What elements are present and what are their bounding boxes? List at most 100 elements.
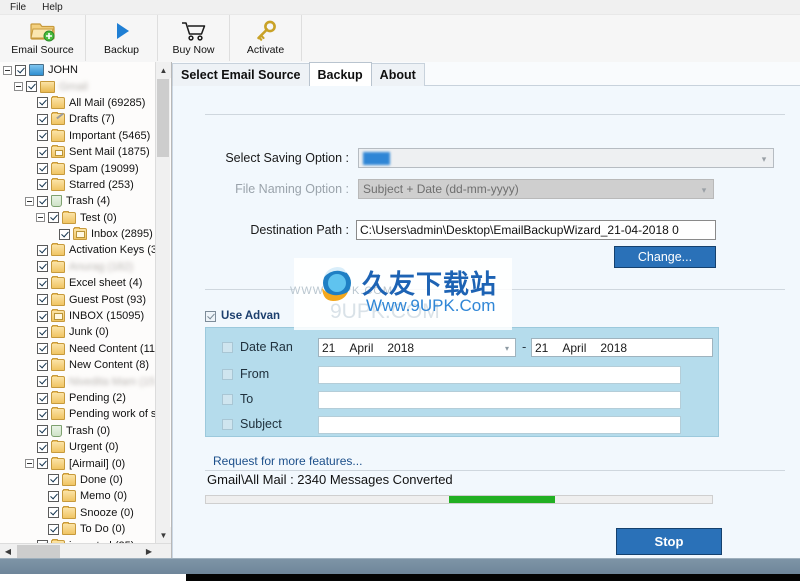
tree-node[interactable]: Pending work of s — [0, 406, 155, 422]
tree-node[interactable]: New Content (8) — [0, 357, 155, 373]
tree-checkbox[interactable] — [37, 179, 48, 191]
tree-expander-icon[interactable] — [14, 82, 23, 92]
tree-checkbox[interactable] — [37, 294, 48, 306]
tree-checkbox[interactable] — [37, 130, 48, 142]
horizontal-scroll-thumb[interactable] — [17, 545, 60, 558]
tree-checkbox[interactable] — [48, 490, 59, 502]
tree-node[interactable]: Gmail — [0, 78, 155, 94]
tree-node[interactable]: Anurag (182) — [0, 259, 155, 275]
tree-node[interactable]: Drafts (7) — [0, 111, 155, 127]
tree-checkbox[interactable] — [37, 376, 48, 388]
tree-node[interactable]: Sent Mail (1875) — [0, 144, 155, 160]
file-naming-select[interactable]: Subject + Date (dd-mm-yyyy) ▾ — [358, 179, 714, 199]
tree-expander-icon[interactable] — [36, 213, 45, 223]
tree-checkbox[interactable] — [37, 163, 48, 175]
tree-checkbox[interactable] — [37, 310, 48, 322]
vertical-scroll-thumb[interactable] — [157, 79, 169, 157]
tree-node[interactable]: Guest Post (93) — [0, 291, 155, 307]
folder-tree[interactable]: JOHN Gmail All Mail (69285) Drafts (7) Impor… — [0, 62, 155, 543]
toolbar-button-backup[interactable]: Backup — [86, 15, 158, 61]
tree-checkbox[interactable] — [48, 212, 59, 224]
tree-checkbox[interactable] — [37, 97, 48, 109]
to-input[interactable] — [318, 391, 681, 409]
tree-checkbox[interactable] — [37, 277, 48, 289]
destination-path-input[interactable]: C:\Users\admin\Desktop\EmailBackupWizard… — [356, 220, 716, 240]
tree-node[interactable]: All Mail (69285) — [0, 95, 155, 111]
tree-checkbox[interactable] — [37, 359, 48, 371]
tab-backup[interactable]: Backup — [308, 62, 372, 86]
tree-vertical-scrollbar[interactable]: ▲ ▼ — [155, 62, 171, 543]
tree-node[interactable]: Done (0) — [0, 472, 155, 488]
change-button[interactable]: Change... — [614, 246, 716, 268]
tree-expander-icon[interactable] — [3, 65, 12, 75]
calendar-dropdown-icon-from[interactable]: ▾ — [501, 342, 513, 354]
tree-checkbox[interactable] — [37, 244, 48, 256]
scroll-down-icon[interactable]: ▼ — [156, 527, 171, 543]
tree-node[interactable]: Starred (253) — [0, 177, 155, 193]
scroll-up-icon[interactable]: ▲ — [156, 62, 171, 78]
tree-node[interactable]: Important (5465) — [0, 128, 155, 144]
tree-checkbox[interactable] — [37, 392, 48, 404]
to-checkbox[interactable]: To — [222, 392, 253, 406]
menu-item-file[interactable]: File — [10, 0, 26, 15]
toolbar-button-email-source[interactable]: Email Source — [0, 15, 86, 61]
tree-node[interactable]: To Do (0) — [0, 521, 155, 537]
date-from-picker[interactable]: 21 April 2018 ▾ — [318, 338, 516, 357]
tree-node[interactable]: JOHN — [0, 62, 155, 78]
scroll-left-icon[interactable]: ◀ — [0, 544, 16, 559]
saving-option-select[interactable]: ▾ — [358, 148, 774, 168]
scroll-right-icon[interactable]: ▶ — [141, 544, 157, 559]
stop-button[interactable]: Stop — [616, 528, 722, 555]
tab-about[interactable]: About — [370, 63, 425, 86]
tree-checkbox[interactable] — [37, 425, 48, 437]
tree-node[interactable]: Spam (19099) — [0, 160, 155, 176]
tree-node[interactable]: Junk (0) — [0, 324, 155, 340]
tree-node[interactable]: Snooze (0) — [0, 505, 155, 521]
tree-checkbox[interactable] — [37, 458, 48, 470]
tree-checkbox[interactable] — [37, 195, 48, 207]
from-checkbox[interactable]: From — [222, 367, 269, 381]
tree-node[interactable]: Pending (2) — [0, 390, 155, 406]
tree-node[interactable]: Excel sheet (4) — [0, 275, 155, 291]
tree-checkbox[interactable] — [48, 474, 59, 486]
tree-node[interactable]: Trash (0) — [0, 423, 155, 439]
tree-node[interactable]: Test (0) — [0, 210, 155, 226]
tree-node[interactable]: Nivedita Mam (15 — [0, 373, 155, 389]
tree-checkbox[interactable] — [37, 441, 48, 453]
subject-checkbox[interactable]: Subject — [222, 417, 282, 431]
tree-node-label: [Airmail] (0) — [69, 457, 126, 470]
subject-input[interactable] — [318, 416, 681, 434]
tree-checkbox[interactable] — [48, 523, 59, 535]
tree-checkbox[interactable] — [37, 113, 48, 125]
tree-node[interactable]: Inbox (2895) — [0, 226, 155, 242]
tree-checkbox[interactable] — [37, 326, 48, 338]
request-more-features-link[interactable]: Request for more features... — [213, 454, 362, 468]
tree-node[interactable]: Need Content (11 — [0, 341, 155, 357]
tree-expander-icon[interactable] — [25, 459, 34, 469]
tree-expander-icon[interactable] — [25, 196, 34, 206]
tree-node[interactable]: Activation Keys (3 — [0, 242, 155, 258]
menu-item-help[interactable]: Help — [42, 0, 63, 15]
date-range-checkbox[interactable]: Date Ran — [222, 340, 293, 354]
tree-checkbox[interactable] — [37, 343, 48, 355]
tree-node[interactable]: Trash (4) — [0, 193, 155, 209]
tree-node[interactable]: INBOX (15095) — [0, 308, 155, 324]
tab-select-email-source[interactable]: Select Email Source — [172, 63, 310, 86]
from-input[interactable] — [318, 366, 681, 384]
tree-checkbox[interactable] — [37, 261, 48, 273]
tree-horizontal-scrollbar[interactable]: ◀ ▶ — [0, 543, 171, 559]
date-to-picker[interactable]: 21 April 2018 — [531, 338, 713, 357]
tree-checkbox[interactable] — [26, 81, 37, 93]
tree-checkbox[interactable] — [15, 64, 26, 76]
tree-checkbox[interactable] — [37, 146, 48, 158]
tree-checkbox[interactable] — [59, 228, 70, 240]
toolbar-button-activate[interactable]: Activate — [230, 15, 302, 61]
use-advance-checkbox[interactable]: Use Advan — [205, 310, 280, 322]
tree-node[interactable]: Memo (0) — [0, 488, 155, 504]
tree-node[interactable]: [Airmail] (0) — [0, 455, 155, 471]
tree-checkbox[interactable] — [37, 408, 48, 420]
tree-node[interactable]: Urgent (0) — [0, 439, 155, 455]
tree-checkbox[interactable] — [48, 507, 59, 519]
watermark-globe-icon — [316, 264, 358, 306]
toolbar-button-buy-now[interactable]: Buy Now — [158, 15, 230, 61]
